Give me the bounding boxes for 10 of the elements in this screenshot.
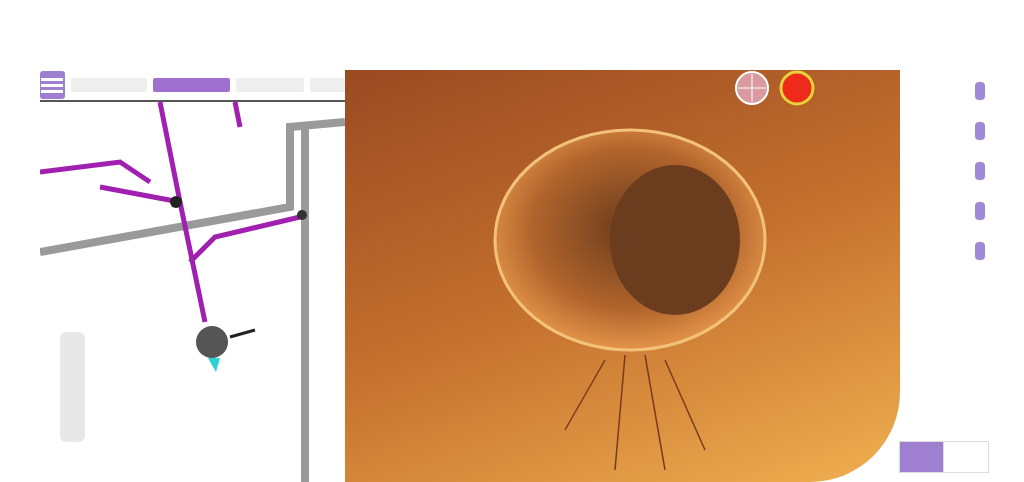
tool-icon[interactable] (972, 120, 988, 142)
tool-icon[interactable] (972, 200, 988, 222)
menu-icon (41, 76, 64, 94)
tool-icon[interactable] (972, 240, 988, 262)
tool-icon[interactable] (972, 80, 988, 102)
toggle-button[interactable] (900, 442, 944, 472)
toggle-button[interactable] (944, 442, 988, 472)
compass-icon (734, 70, 770, 106)
menu-button[interactable] (40, 71, 65, 99)
tool-icon[interactable] (972, 160, 988, 182)
